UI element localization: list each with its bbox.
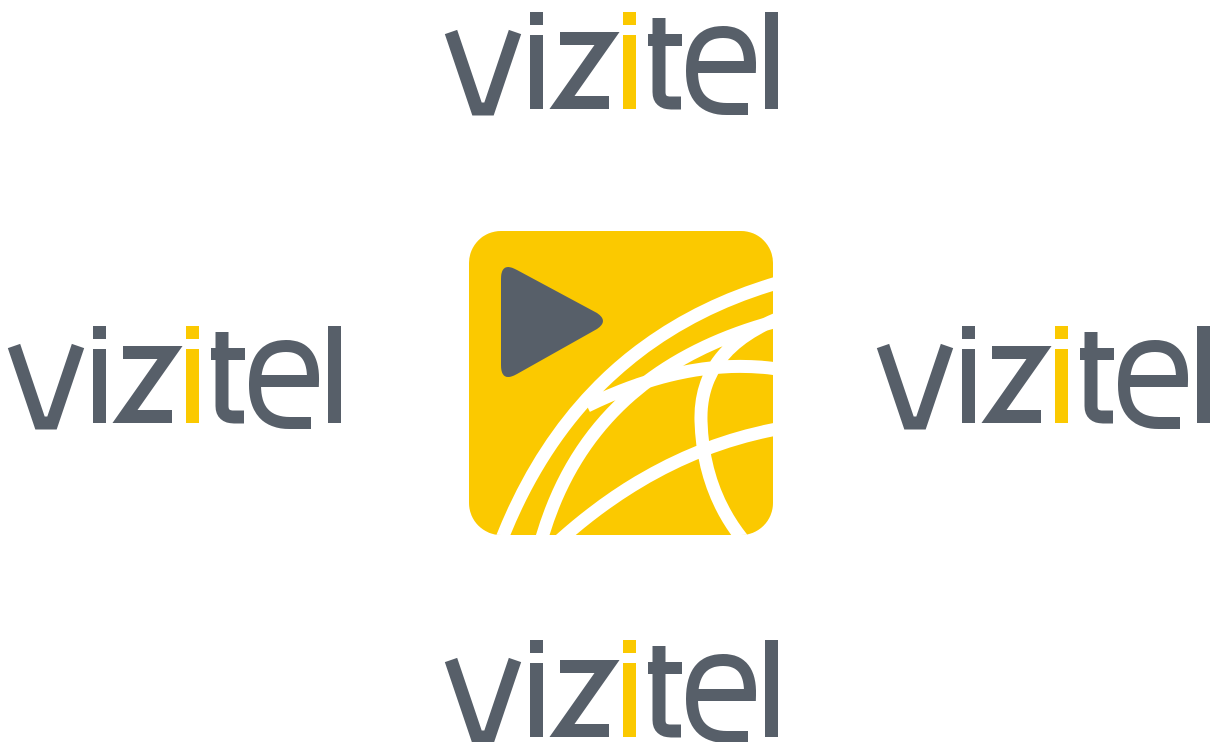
- vizitel-wordmark-bottom: vizitel: [447, 640, 787, 740]
- vizitel-wordmark-right: vizitel: [879, 326, 1219, 426]
- vizitel-wordmark-top: vizitel: [447, 12, 787, 112]
- vizitel-wordmark-left: vizitel: [10, 326, 350, 426]
- brand-name: vizitel: [0, 0, 1, 1]
- vizitel-app-icon: [469, 231, 773, 535]
